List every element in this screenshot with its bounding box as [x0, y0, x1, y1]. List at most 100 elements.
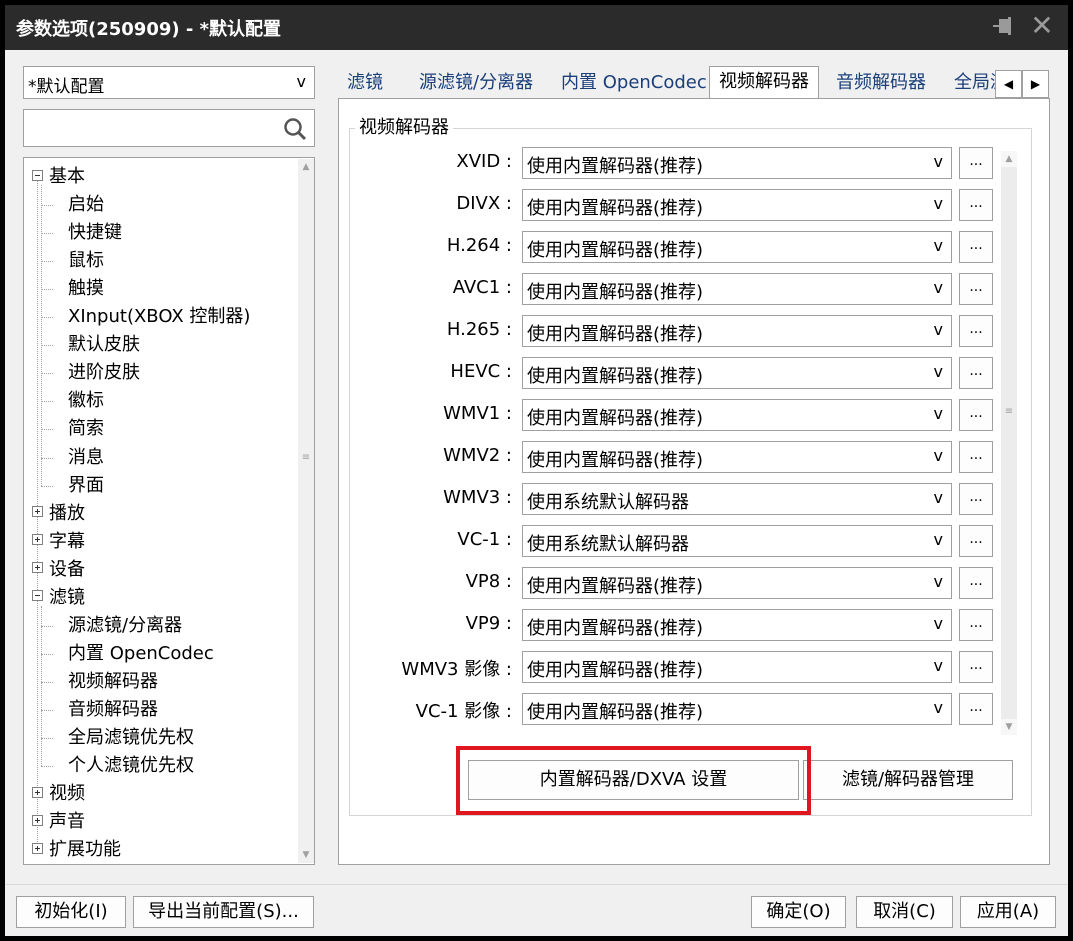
tree-item[interactable]: 播放: [32, 500, 85, 528]
pin-icon[interactable]: [991, 13, 1019, 41]
ok-button[interactable]: 确定(O): [751, 896, 846, 928]
decoder-options-button[interactable]: ...: [959, 189, 993, 221]
decoder-options-button[interactable]: ...: [959, 441, 993, 473]
decoder-options-button[interactable]: ...: [959, 693, 993, 725]
tree-connector: [41, 289, 53, 291]
tree-item-label: 视频解码器: [68, 670, 158, 692]
decoder-options-button[interactable]: ...: [959, 231, 993, 263]
scroll-down-icon[interactable]: ▼: [298, 847, 314, 863]
decoder-select[interactable]: 使用内置解码器(推荐) v: [522, 693, 952, 725]
decoder-options-button[interactable]: ...: [959, 357, 993, 389]
tree-item[interactable]: 个人滤镜优先权: [68, 752, 194, 780]
tree-item[interactable]: 源滤镜/分离器: [68, 612, 182, 640]
tree-item-label: 设备: [49, 558, 85, 580]
scroll-track[interactable]: ≡: [1001, 167, 1017, 719]
tab[interactable]: 滤镜: [338, 68, 392, 100]
decoder-options-button[interactable]: ...: [959, 525, 993, 557]
decoder-list-scrollbar[interactable]: ▲ ≡ ▼: [1001, 151, 1017, 735]
tree-connector: [41, 317, 53, 319]
decoder-options-button[interactable]: ...: [959, 399, 993, 431]
decoder-options-button[interactable]: ...: [959, 651, 993, 683]
tab-next-button[interactable]: ▶: [1022, 70, 1049, 98]
export-config-button[interactable]: 导出当前配置(S)...: [133, 896, 314, 928]
scroll-up-icon[interactable]: ▲: [298, 159, 314, 175]
tree-item[interactable]: 声音: [32, 808, 85, 836]
decoder-select[interactable]: 使用内置解码器(推荐) v: [522, 567, 952, 599]
tree-item[interactable]: 徽标: [68, 387, 104, 415]
decoder-options-button[interactable]: ...: [959, 483, 993, 515]
decoder-select[interactable]: 使用内置解码器(推荐) v: [522, 231, 952, 263]
tree-item[interactable]: 默认皮肤: [68, 331, 140, 359]
category-tree[interactable]: ▲ ≡ ▼ 基本 启始快捷键鼠标 触摸 XInput(XBOX 控制器) 默认皮肤 进阶皮…: [23, 157, 315, 865]
tree-item[interactable]: 进阶皮肤: [68, 359, 140, 387]
decoder-options-button[interactable]: ...: [959, 147, 993, 179]
window-title: 参数选项(250909) - *默认配置: [16, 19, 282, 40]
tree-item[interactable]: 启始: [68, 191, 104, 219]
tree-item[interactable]: 设备: [32, 556, 85, 584]
tree-item[interactable]: 视频解码器: [68, 668, 158, 696]
tree-item[interactable]: 字幕: [32, 528, 85, 556]
tree-item-label: 快捷键: [68, 222, 122, 244]
tab[interactable]: 源滤镜/分离器: [410, 68, 542, 100]
tree-item[interactable]: 简索: [68, 415, 104, 443]
tab[interactable]: 视频解码器: [709, 66, 819, 101]
decoder-select[interactable]: 使用内置解码器(推荐) v: [522, 315, 952, 347]
filter-manager-button[interactable]: 滤镜/解码器管理: [803, 760, 1013, 800]
decoder-select[interactable]: 使用系统默认解码器 v: [522, 525, 952, 557]
title-bar[interactable]: 参数选项(250909) - *默认配置 ✕: [5, 5, 1068, 50]
tree-connector: [41, 485, 53, 487]
expand-icon[interactable]: [32, 842, 43, 854]
decoder-select[interactable]: 使用系统默认解码器 v: [522, 483, 952, 515]
decoder-select[interactable]: 使用内置解码器(推荐) v: [522, 147, 952, 179]
tree-connector: [41, 401, 53, 403]
tree-item[interactable]: 扩展功能: [32, 836, 121, 864]
tree-item[interactable]: 视频: [32, 780, 85, 808]
tree-item[interactable]: 基本: [32, 163, 85, 191]
decoder-select[interactable]: 使用内置解码器(推荐) v: [522, 189, 952, 221]
tree-item[interactable]: 消息: [68, 444, 104, 472]
search-input[interactable]: [23, 109, 315, 147]
decoder-select-value: 使用内置解码器(推荐): [527, 576, 704, 597]
tree-item[interactable]: 全局滤镜优先权: [68, 724, 194, 752]
tab-prev-button[interactable]: ◀: [995, 70, 1022, 98]
tree-item[interactable]: 快捷键: [68, 219, 122, 247]
expand-icon[interactable]: [32, 814, 43, 826]
decoder-select[interactable]: 使用内置解码器(推荐) v: [522, 399, 952, 431]
decoder-options-button[interactable]: ...: [959, 273, 993, 305]
collapse-icon[interactable]: [32, 169, 43, 181]
tree-item[interactable]: 内置 OpenCodec: [68, 640, 214, 668]
tree-item[interactable]: 滤镜: [32, 584, 85, 612]
expand-icon[interactable]: [32, 562, 43, 574]
tab[interactable]: 内置 OpenCodec: [552, 68, 716, 100]
decoder-options-button[interactable]: ...: [959, 609, 993, 641]
decoder-options-button[interactable]: ...: [959, 315, 993, 347]
cancel-button[interactable]: 取消(C): [856, 896, 953, 928]
decoder-select[interactable]: 使用内置解码器(推荐) v: [522, 357, 952, 389]
scroll-up-icon[interactable]: ▲: [1001, 151, 1017, 167]
expand-icon[interactable]: [32, 506, 43, 518]
tree-item[interactable]: 音频解码器: [68, 696, 158, 724]
collapse-icon[interactable]: [32, 590, 43, 602]
tree-item[interactable]: 界面: [68, 472, 104, 500]
tree-item[interactable]: 触摸: [68, 275, 104, 303]
close-icon[interactable]: ✕: [1027, 11, 1057, 41]
apply-button[interactable]: 应用(A): [960, 896, 1056, 928]
tree-connector: [41, 457, 53, 459]
decoder-select-value: 使用内置解码器(推荐): [527, 408, 704, 429]
profile-select[interactable]: *默认配置 v: [23, 66, 315, 99]
decoder-select[interactable]: 使用内置解码器(推荐) v: [522, 609, 952, 641]
decoder-options-button[interactable]: ...: [959, 567, 993, 599]
expand-icon[interactable]: [32, 786, 43, 798]
decoder-select[interactable]: 使用内置解码器(推荐) v: [522, 273, 952, 305]
scroll-down-icon[interactable]: ▼: [1001, 719, 1017, 735]
decoder-select[interactable]: 使用内置解码器(推荐) v: [522, 651, 952, 683]
tree-scrollbar[interactable]: ▲ ≡ ▼: [298, 159, 314, 863]
search-icon[interactable]: [282, 116, 308, 142]
tree-item[interactable]: 鼠标: [68, 247, 104, 275]
expand-icon[interactable]: [32, 534, 43, 546]
chevron-down-icon: v: [933, 446, 943, 465]
tab[interactable]: 音频解码器: [827, 68, 935, 100]
init-button[interactable]: 初始化(I): [16, 896, 126, 928]
tree-item[interactable]: XInput(XBOX 控制器): [68, 303, 250, 331]
decoder-select[interactable]: 使用内置解码器(推荐) v: [522, 441, 952, 473]
